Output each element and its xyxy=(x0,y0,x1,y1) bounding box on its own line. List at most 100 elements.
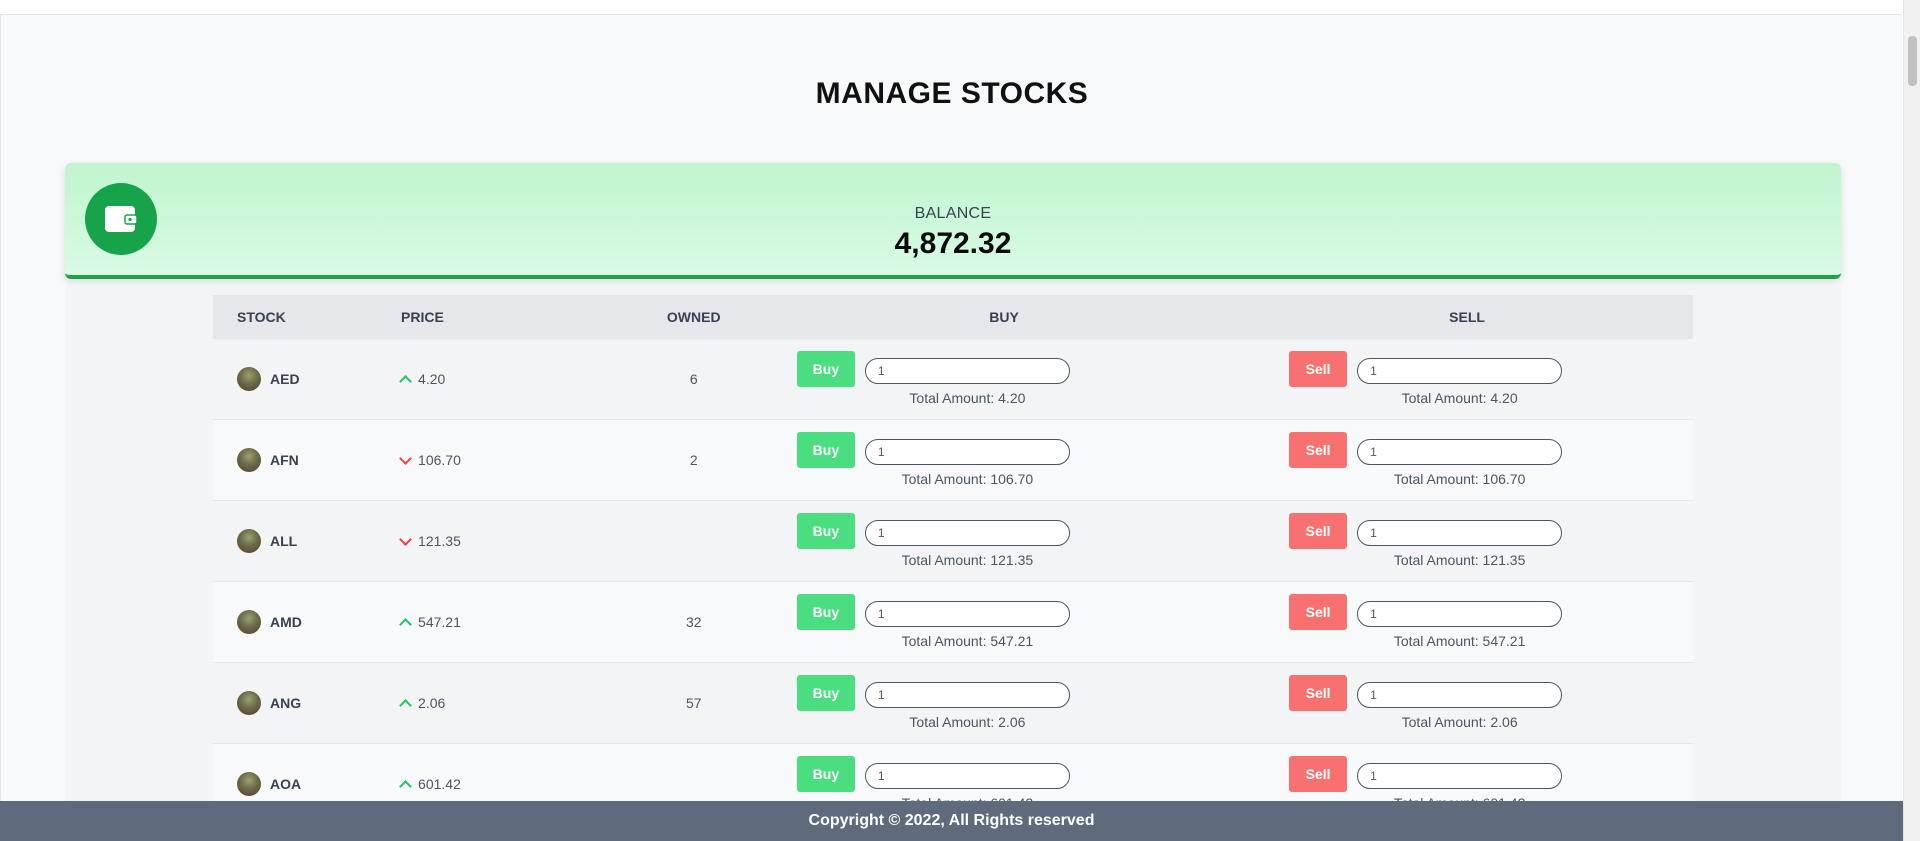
sell-button[interactable]: Sell xyxy=(1289,594,1348,630)
price-cell: 2.06 xyxy=(399,662,621,744)
buy-cell: Buy Total Amount: 4.20 xyxy=(766,339,1242,420)
buy-quantity-input[interactable] xyxy=(864,682,1070,708)
price-cell: 4.20 xyxy=(399,339,621,420)
sell-total-amount: Total Amount: 4.20 xyxy=(1401,390,1518,406)
trend-down-icon xyxy=(399,532,412,546)
footer: Copyright © 2022, All Rights reserved xyxy=(0,801,1903,841)
sell-button[interactable]: Sell xyxy=(1289,675,1348,711)
buy-total-amount: Total Amount: 2.06 xyxy=(909,714,1026,730)
stock-avatar xyxy=(237,367,261,391)
sell-quantity-input[interactable] xyxy=(1357,763,1563,789)
balance-label: BALANCE xyxy=(914,205,992,222)
page-scrollbar[interactable] xyxy=(1903,0,1920,841)
buy-quantity-input[interactable] xyxy=(864,601,1070,627)
buy-cell: Buy Total Amount: 547.21 xyxy=(766,581,1242,663)
buy-cell: Buy Total Amount: 2.06 xyxy=(766,662,1242,744)
sell-cell: Sell Total Amount: 547.21 xyxy=(1241,581,1693,663)
stock-cell: AMD xyxy=(213,581,402,663)
table-header-row: STOCK PRICE OWNED BUY SELL xyxy=(213,295,1693,339)
page-container: MANAGE STOCKS BALANCE 4,872.32 STOCK PRI… xyxy=(0,14,1902,841)
stock-symbol: AFN xyxy=(270,452,299,468)
column-header-buy: BUY xyxy=(766,295,1242,339)
owned-cell: 57 xyxy=(620,662,767,744)
table-row: AED 4.20 6 Buy Total Amount: 4.20 Sell Total A… xyxy=(213,339,1693,420)
buy-quantity-input[interactable] xyxy=(864,358,1070,384)
sell-quantity-input[interactable] xyxy=(1357,601,1563,627)
sell-quantity-input[interactable] xyxy=(1357,682,1563,708)
trend-up-icon xyxy=(399,779,412,793)
sell-button[interactable]: Sell xyxy=(1289,432,1348,468)
stock-avatar xyxy=(237,529,261,553)
sell-cell: Sell Total Amount: 2.06 xyxy=(1241,662,1693,744)
owned-cell xyxy=(620,500,767,582)
stock-cell: AFN xyxy=(213,419,402,501)
stock-price: 2.06 xyxy=(418,695,446,711)
price-cell: 121.35 xyxy=(399,500,621,582)
stock-symbol: AED xyxy=(270,371,300,387)
buy-quantity-input[interactable] xyxy=(864,520,1070,546)
stock-symbol: AOA xyxy=(270,776,302,792)
sell-quantity-input[interactable] xyxy=(1357,358,1563,384)
stock-cell: ANG xyxy=(213,662,402,744)
table-row: ALL 121.35 Buy Total Amount: 121.35 Sell Tota… xyxy=(213,500,1693,582)
stock-symbol: ALL xyxy=(270,533,298,549)
buy-quantity-input[interactable] xyxy=(864,439,1070,465)
stock-cell: AED xyxy=(213,339,402,420)
buy-button[interactable]: Buy xyxy=(796,594,855,630)
sell-total-amount: Total Amount: 547.21 xyxy=(1393,633,1526,649)
buy-button[interactable]: Buy xyxy=(796,756,855,792)
buy-total-amount: Total Amount: 106.70 xyxy=(901,471,1034,487)
sell-cell: Sell Total Amount: 106.70 xyxy=(1241,419,1693,501)
column-header-sell: SELL xyxy=(1241,295,1693,339)
buy-button[interactable]: Buy xyxy=(796,351,855,387)
stock-symbol: ANG xyxy=(270,695,302,711)
buy-total-amount: Total Amount: 547.21 xyxy=(901,633,1034,649)
scrollbar-thumb[interactable] xyxy=(1908,36,1917,86)
sell-quantity-input[interactable] xyxy=(1357,439,1563,465)
stock-price: 4.20 xyxy=(418,371,446,387)
trend-up-icon xyxy=(399,698,412,712)
sell-total-amount: Total Amount: 2.06 xyxy=(1401,714,1518,730)
balance-card: BALANCE 4,872.32 xyxy=(65,163,1841,279)
table-row: ANG 2.06 57 Buy Total Amount: 2.06 Sell Total … xyxy=(213,662,1693,744)
owned-cell: 6 xyxy=(620,339,767,420)
sell-quantity-input[interactable] xyxy=(1357,520,1563,546)
sell-cell: Sell Total Amount: 121.35 xyxy=(1241,500,1693,582)
buy-total-amount: Total Amount: 4.20 xyxy=(909,390,1026,406)
buy-cell: Buy Total Amount: 121.35 xyxy=(766,500,1242,582)
sell-total-amount: Total Amount: 106.70 xyxy=(1393,471,1526,487)
trend-down-icon xyxy=(399,451,412,465)
stock-symbol: AMD xyxy=(270,614,302,630)
price-cell: 547.21 xyxy=(399,581,621,663)
stocks-table: STOCK PRICE OWNED BUY SELL AED 4.20 6 Buy To… xyxy=(213,295,1693,825)
sell-button[interactable]: Sell xyxy=(1289,756,1348,792)
stocks-section: STOCK PRICE OWNED BUY SELL AED 4.20 6 Buy To… xyxy=(65,285,1841,841)
stock-avatar xyxy=(237,691,261,715)
buy-cell: Buy Total Amount: 106.70 xyxy=(766,419,1242,501)
buy-quantity-input[interactable] xyxy=(864,763,1070,789)
sell-total-amount: Total Amount: 121.35 xyxy=(1393,552,1526,568)
owned-cell: 32 xyxy=(620,581,767,663)
page-title: MANAGE STOCKS xyxy=(815,77,1089,110)
column-header-owned: OWNED xyxy=(620,295,767,339)
table-row: AFN 106.70 2 Buy Total Amount: 106.70 Sell Tot… xyxy=(213,419,1693,501)
buy-button[interactable]: Buy xyxy=(796,675,855,711)
stock-avatar xyxy=(237,448,261,472)
table-row: AMD 547.21 32 Buy Total Amount: 547.21 Sell To… xyxy=(213,581,1693,663)
buy-button[interactable]: Buy xyxy=(796,513,855,549)
copyright-text: Copyright © 2022, All Rights reserved xyxy=(808,812,1095,829)
price-cell: 106.70 xyxy=(399,419,621,501)
balance-value: 4,872.32 xyxy=(894,227,1012,260)
column-header-price: PRICE xyxy=(401,295,621,339)
stock-price: 106.70 xyxy=(418,452,461,468)
stock-price: 601.42 xyxy=(418,776,461,792)
stock-avatar xyxy=(237,772,261,796)
stock-price: 121.35 xyxy=(418,533,461,549)
sell-button[interactable]: Sell xyxy=(1289,513,1348,549)
sell-button[interactable]: Sell xyxy=(1289,351,1348,387)
stock-cell: ALL xyxy=(213,500,402,582)
buy-button[interactable]: Buy xyxy=(796,432,855,468)
owned-cell: 2 xyxy=(620,419,767,501)
stock-avatar xyxy=(237,610,261,634)
stock-price: 547.21 xyxy=(418,614,461,630)
